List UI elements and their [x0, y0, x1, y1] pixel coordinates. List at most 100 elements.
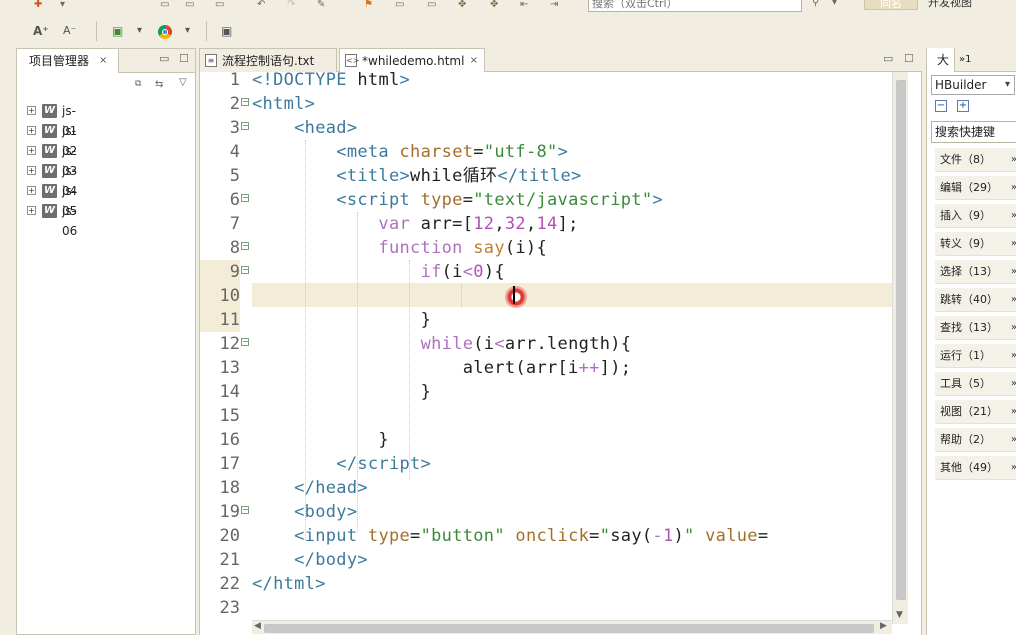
expand-icon[interactable]: + [27, 206, 36, 215]
shortcut-category[interactable]: 文件（8） » [935, 148, 1016, 172]
expand-icon[interactable]: + [957, 100, 969, 112]
vertical-scrollbar[interactable]: ▼ [892, 72, 908, 624]
line-number: 14 [219, 382, 240, 402]
expand-icon[interactable]: + [27, 146, 36, 155]
line-number: 18 [219, 478, 240, 498]
move-icon[interactable]: ✥ [458, 0, 466, 10]
export-icon[interactable]: ⇥ [550, 0, 558, 10]
minimize-icon[interactable]: ▭ [159, 52, 169, 65]
code-line: <!DOCTYPE html> [252, 72, 411, 90]
shortcut-category[interactable]: 视图（21） » [935, 400, 1016, 424]
category-label: 帮助（2） [940, 433, 991, 446]
code-line: } [420, 382, 432, 402]
shortcut-category[interactable]: 选择（13） » [935, 260, 1016, 284]
shortcut-category[interactable]: 其他（49） » [935, 456, 1016, 480]
font-decrease-icon[interactable]: A⁻ [63, 22, 76, 40]
tab-overflow[interactable]: »1 [959, 48, 989, 72]
fold-icon[interactable]: − [241, 194, 249, 202]
expand-icon[interactable]: + [27, 166, 36, 175]
web-project-icon: W [42, 144, 57, 158]
expand-chevron-icon: » [1011, 148, 1016, 172]
shortcut-category[interactable]: 插入（9） » [935, 204, 1016, 228]
browser-dropdown-icon[interactable]: ▾ [185, 22, 190, 40]
keymap-select-value: HBuilder [935, 78, 987, 92]
code-line: </html> [252, 574, 326, 594]
new-file-icon[interactable]: ▭ [395, 0, 404, 10]
category-label: 选择（13） [940, 265, 998, 278]
close-icon[interactable]: × [99, 49, 107, 73]
run-dropdown-icon[interactable]: ▾ [137, 22, 142, 40]
code-line: var arr=[12,32,14]; [378, 214, 579, 234]
scrollbar-thumb[interactable] [264, 624, 874, 633]
tab-outline[interactable]: 大 [927, 48, 955, 72]
shortcut-category[interactable]: 工具（5） » [935, 372, 1016, 396]
expand-icon[interactable]: + [27, 186, 36, 195]
dev-view-button[interactable]: 开发视图 [924, 0, 1014, 10]
shortcut-panel: 大 »1 HBuilder ▾ − + 搜索快捷键 文件（8） » 编辑（29） »… [926, 48, 1016, 635]
expand-icon[interactable]: + [27, 126, 36, 135]
search-input[interactable] [588, 0, 802, 12]
search-icon[interactable]: ⚲ [812, 0, 819, 8]
collapse-icon[interactable]: − [935, 100, 947, 112]
code-editor[interactable]: 1 2 3 4 5 6 7 8 9 10 11 12 13 14 15 16 1… [199, 70, 922, 635]
category-label: 插入（9） [940, 209, 991, 222]
shortcut-category[interactable]: 编辑（29） » [935, 176, 1016, 200]
fold-icon[interactable]: − [241, 266, 249, 274]
category-label: 视图（21） [940, 405, 998, 418]
tab-label: *whiledemo.html [362, 54, 465, 68]
save-icon[interactable]: ▭ [160, 0, 169, 10]
expand-icon[interactable]: + [27, 106, 36, 115]
chrome-icon[interactable] [158, 22, 172, 40]
match-button[interactable]: 同名 [864, 0, 918, 10]
info-icon[interactable]: ▣ [221, 22, 232, 40]
shortcut-category[interactable]: 转义（9） » [935, 232, 1016, 256]
dropdown-icon[interactable]: ▾ [60, 0, 65, 10]
tab-whiledemo-html[interactable]: <> *whiledemo.html × [339, 48, 485, 72]
minimize-icon[interactable]: ▭ [883, 52, 893, 65]
close-icon[interactable]: × [470, 49, 478, 73]
redo-icon[interactable]: ↷ [287, 0, 295, 10]
format-icon[interactable]: ✎ [317, 0, 325, 10]
text-caret [513, 286, 515, 304]
link-editor-icon[interactable]: ⇆ [155, 79, 163, 90]
line-number: 1 [229, 70, 240, 90]
fold-icon[interactable]: − [241, 506, 249, 514]
line-number: 4 [229, 142, 240, 162]
fold-icon[interactable]: − [241, 338, 249, 346]
maximize-icon[interactable]: ☐ [179, 52, 189, 65]
save-all-icon[interactable]: ▭ [185, 0, 194, 10]
bookmark-icon[interactable]: ⚑ [364, 0, 373, 10]
link-icon[interactable]: ✥ [490, 0, 498, 10]
maximize-icon[interactable]: ☐ [904, 52, 914, 65]
code-area[interactable]: <!DOCTYPE html> <html> <head> <meta char… [252, 72, 892, 635]
run-icon[interactable]: ▣ [112, 22, 123, 40]
project-manager-tab[interactable]: 项目管理器 × [17, 49, 119, 73]
project-tools: ⧉ ⇆ ▽ [17, 74, 195, 96]
fold-icon[interactable]: − [241, 98, 249, 106]
horizontal-scrollbar[interactable]: ◀ ▶ [252, 620, 892, 634]
keymap-select[interactable]: HBuilder ▾ [931, 75, 1015, 95]
line-number: 3 [229, 118, 240, 138]
new-page-icon[interactable]: ▭ [427, 0, 436, 10]
shortcut-category[interactable]: 查找（13） » [935, 316, 1016, 340]
scroll-right-icon[interactable]: ▶ [880, 621, 887, 631]
print-icon[interactable]: ▭ [215, 0, 224, 10]
scroll-left-icon[interactable]: ◀ [254, 621, 261, 631]
collapse-all-icon[interactable]: ⧉ [135, 79, 141, 89]
shortcut-category[interactable]: 运行（1） » [935, 344, 1016, 368]
scrollbar-thumb[interactable] [896, 80, 906, 600]
shortcut-search-input[interactable]: 搜索快捷键 [931, 121, 1016, 143]
fold-icon[interactable]: − [241, 242, 249, 250]
code-line: <html> [252, 94, 316, 114]
new-icon[interactable]: ✚ [34, 0, 42, 10]
shortcut-category[interactable]: 帮助（2） » [935, 428, 1016, 452]
view-menu-icon[interactable]: ▽ [179, 77, 187, 88]
import-icon[interactable]: ⇤ [520, 0, 528, 10]
shortcut-category[interactable]: 跳转（40） » [935, 288, 1016, 312]
fold-icon[interactable]: − [241, 122, 249, 130]
undo-icon[interactable]: ↶ [257, 0, 265, 10]
font-increase-icon[interactable]: A⁺ [33, 22, 49, 40]
scroll-down-icon[interactable]: ▼ [896, 610, 903, 620]
code-line: } [420, 310, 432, 330]
search-dropdown-icon[interactable]: ▾ [832, 0, 837, 8]
